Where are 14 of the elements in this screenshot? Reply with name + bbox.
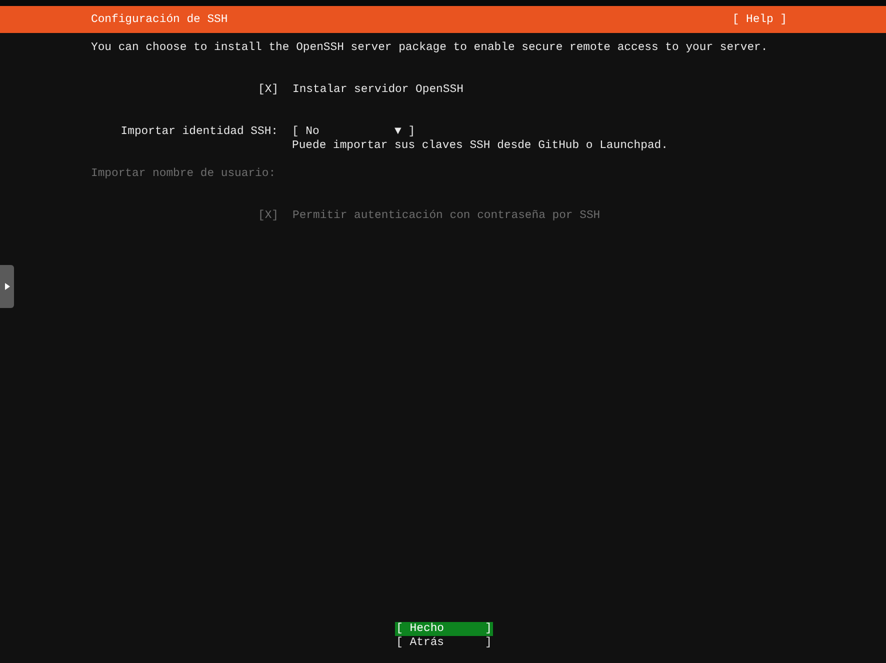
triangle-icon: [4, 283, 10, 290]
checkbox-label: Permitir autenticación con contraseña por SSH: [292, 209, 600, 223]
dropdown[interactable]: [ No ▼ ]: [292, 125, 416, 139]
field-label: Importar identidad SSH:: [120, 125, 278, 140]
hint-text: Puede importar sus claves SSH desde GitHub o Launchpad.: [292, 139, 668, 153]
checkbox-label: Instalar servidor OpenSSH: [292, 83, 464, 97]
side-panel-tab[interactable]: [0, 265, 14, 308]
intro-text: You can choose to install the OpenSSH server package to enable secure remote access to your server.: [91, 41, 769, 55]
footer-button[interactable]: [ Hecho ]: [395, 622, 493, 636]
checkbox[interactable]: [X]: [258, 83, 279, 97]
field-label: Importar nombre de usuario:: [91, 167, 276, 181]
help-button[interactable]: [ Help ]: [732, 12, 787, 26]
footer-button[interactable]: [ Atrás ]: [395, 636, 493, 650]
window-title: Configuración de SSH: [91, 12, 228, 26]
